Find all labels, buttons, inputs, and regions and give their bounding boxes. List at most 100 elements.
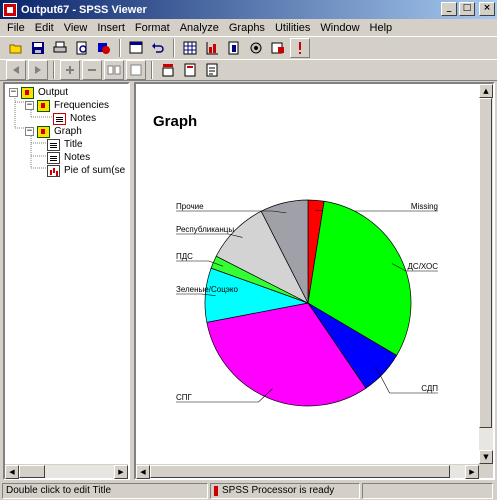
processor-status: SPSS Processor is ready (210, 482, 360, 499)
tree-item-output[interactable]: − Output (9, 86, 68, 99)
goto-data-icon[interactable] (180, 38, 200, 58)
slice-label: СПГ (176, 393, 193, 402)
find-icon[interactable] (246, 38, 266, 58)
slice-label: СДП (421, 384, 438, 393)
minimize-button[interactable]: _ (441, 2, 457, 16)
print-preview-icon[interactable] (72, 38, 92, 58)
scroll-corner (479, 464, 493, 478)
outline-horizontal-scrollbar[interactable]: ◀ ▶ (5, 464, 128, 479)
tree-item-label: Frequencies (54, 100, 110, 111)
demote-icon[interactable] (28, 60, 48, 80)
export-icon[interactable] (94, 38, 114, 58)
goto-case-icon[interactable] (202, 38, 222, 58)
print-icon[interactable] (50, 38, 70, 58)
promote-icon[interactable] (6, 60, 26, 80)
notes-icon (53, 112, 66, 125)
tree-item-notes[interactable]: Notes (47, 151, 90, 164)
menu-view[interactable]: View (59, 22, 93, 34)
content-vertical-scrollbar[interactable]: ▲ ▼ (479, 84, 493, 464)
show-icon[interactable] (104, 60, 124, 80)
pie-chart[interactable]: Missing ДС/ХОС СДП СПГ Зеленые/Соцэко ПДС Респ… (136, 84, 479, 464)
scroll-thumb[interactable] (479, 98, 492, 428)
book-icon (37, 125, 50, 138)
scroll-left-button[interactable]: ◀ (136, 465, 150, 479)
scroll-right-button[interactable]: ▶ (114, 465, 128, 479)
tree-item-label: Pie of sum(se (64, 165, 126, 176)
tree-item-label: Output (38, 87, 69, 98)
menu-format[interactable]: Format (130, 22, 175, 34)
book-icon (37, 99, 50, 112)
open-icon[interactable] (6, 38, 26, 58)
menu-bar: File Edit View Insert Format Analyze Gra… (0, 19, 497, 36)
menu-analyze[interactable]: Analyze (175, 22, 224, 34)
notes-icon (47, 151, 60, 164)
designate-window-icon[interactable] (290, 38, 310, 58)
save-icon[interactable] (28, 38, 48, 58)
tree-item-label: Title (64, 139, 83, 150)
book-icon (21, 86, 34, 99)
slice-label: ДС/ХОС (408, 262, 439, 271)
scroll-track[interactable] (150, 465, 465, 478)
collapse-toggle[interactable]: − (25, 101, 34, 110)
tree-item-notes[interactable]: Notes (53, 112, 96, 125)
insert-heading-icon[interactable] (158, 60, 178, 80)
slice-label: Прочие (176, 202, 204, 211)
undo-icon[interactable] (148, 38, 168, 58)
tree-item-label: Graph (54, 126, 82, 137)
toolbar-separator (53, 61, 55, 79)
slice-label: Зеленые/Соцэко (176, 285, 238, 294)
status-message: Double click to edit Title (2, 482, 208, 499)
collapse-icon[interactable] (82, 60, 102, 80)
processor-status-text: SPSS Processor is ready (222, 485, 335, 496)
close-button[interactable]: × (479, 2, 495, 16)
scroll-thumb[interactable] (150, 465, 450, 478)
collapse-toggle[interactable]: − (25, 127, 34, 136)
menu-insert[interactable]: Insert (92, 22, 130, 34)
use-sets-icon[interactable] (268, 38, 288, 58)
collapse-toggle[interactable]: − (9, 88, 18, 97)
title-bar: Output67 - SPSS Viewer _ □ × (0, 0, 497, 19)
menu-edit[interactable]: Edit (30, 22, 59, 34)
recall-dialog-icon[interactable] (126, 38, 146, 58)
insert-text-icon[interactable] (202, 60, 222, 80)
tree-item-pie-chart[interactable]: Pie of sum(se (47, 164, 125, 177)
toolbar-separator (151, 61, 153, 79)
menu-help[interactable]: Help (365, 22, 398, 34)
tree-item-graph[interactable]: − Graph (25, 125, 82, 138)
content-horizontal-scrollbar[interactable]: ◀ ▶ (136, 464, 479, 479)
scroll-track[interactable] (479, 98, 493, 450)
tree-item-label: Notes (70, 113, 97, 124)
processor-icon (214, 485, 218, 496)
slice-label: Республиканцы (176, 225, 234, 234)
menu-graphs[interactable]: Graphs (224, 22, 270, 34)
spss-app-icon[interactable] (3, 2, 17, 17)
scroll-thumb[interactable] (19, 465, 45, 478)
main-toolbar (0, 36, 497, 60)
status-bar: Double click to edit Title SPSS Processo… (0, 481, 497, 500)
outline-toolbar (0, 59, 497, 81)
expand-icon[interactable] (60, 60, 80, 80)
tree-item-title[interactable]: Title (47, 138, 83, 151)
slice-label: ПДС (176, 252, 193, 261)
menu-file[interactable]: File (2, 22, 30, 34)
hide-icon[interactable] (126, 60, 146, 80)
slice-label: Missing (411, 202, 438, 211)
toolbar-separator (173, 39, 175, 57)
variables-icon[interactable] (224, 38, 244, 58)
toolbar-separator (119, 39, 121, 57)
scroll-right-button[interactable]: ▶ (465, 465, 479, 479)
scroll-track[interactable] (19, 465, 114, 478)
scroll-down-button[interactable]: ▼ (479, 450, 493, 464)
tree-item-frequencies[interactable]: − Frequencies (25, 99, 109, 112)
scroll-left-button[interactable]: ◀ (5, 465, 19, 479)
scroll-up-button[interactable]: ▲ (479, 84, 493, 98)
maximize-button[interactable]: □ (459, 2, 475, 16)
menu-window[interactable]: Window (315, 22, 364, 34)
outline-pane[interactable]: − Output − Frequencies Notes − Graph Tit… (3, 82, 130, 480)
insert-title-icon[interactable] (180, 60, 200, 80)
menu-utilities[interactable]: Utilities (270, 22, 315, 34)
content-pane[interactable]: Graph Missing ДС/ХОС СДП СПГ Зеленые/Соцэко П… (134, 82, 495, 480)
tree-item-label: Notes (64, 152, 91, 163)
chart-icon (47, 164, 60, 177)
window-title: Output67 - SPSS Viewer (21, 3, 147, 16)
